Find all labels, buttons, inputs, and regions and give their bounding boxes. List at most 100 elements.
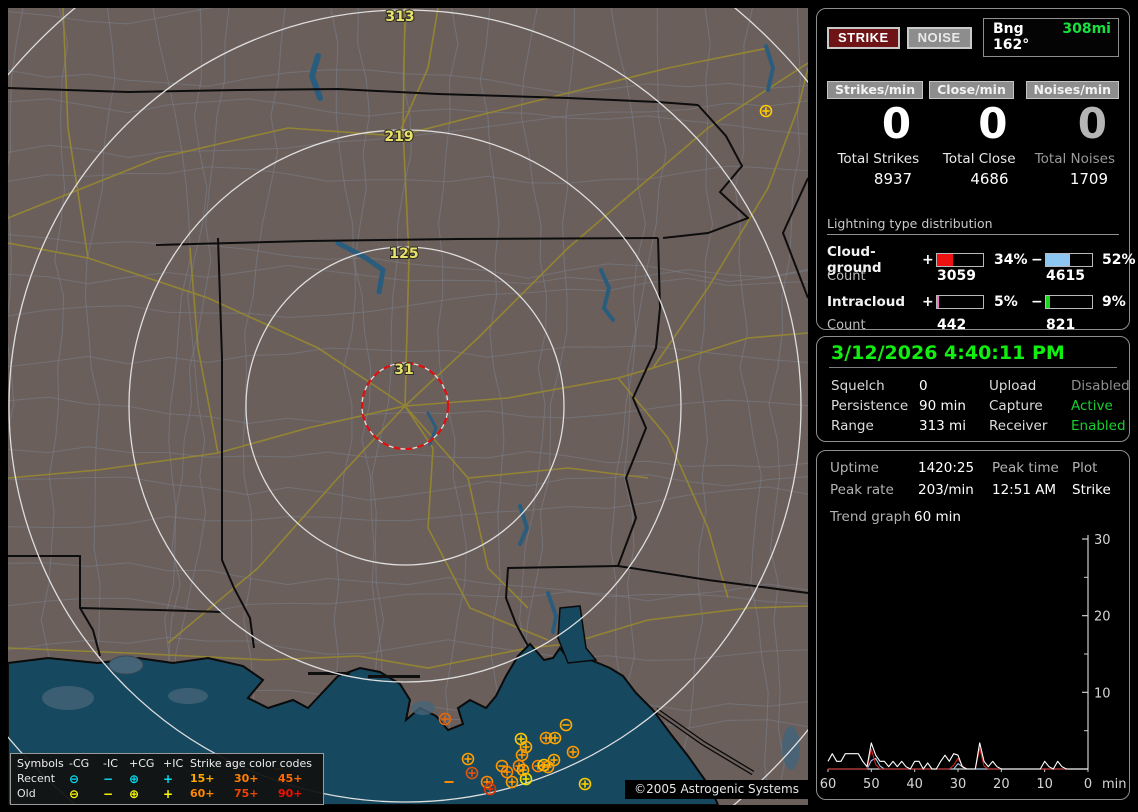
age-75: 75+ bbox=[234, 786, 259, 800]
upload-value: Disabled bbox=[1071, 378, 1130, 394]
svg-text:60: 60 bbox=[820, 777, 837, 792]
svg-text:50: 50 bbox=[863, 777, 880, 792]
cloud-ground-row: Cloud-ground + 34% − 52% bbox=[827, 244, 1136, 276]
strikes-rate: 0 bbox=[881, 99, 912, 148]
sidebar: STRIKE NOISE Bng 162° 308mi Strikes/min … bbox=[816, 8, 1136, 800]
old-ncg-icon: ⊖ bbox=[69, 786, 80, 801]
bearing-value: Bng 162° bbox=[993, 21, 1030, 53]
peak-time-label: Peak time bbox=[992, 460, 1059, 476]
ic-negative-bar bbox=[1045, 294, 1093, 309]
svg-text:30: 30 bbox=[950, 777, 967, 792]
noises-rate: 0 bbox=[1077, 99, 1107, 148]
svg-text:31: 31 bbox=[394, 362, 413, 378]
ic-negative-count: 821 bbox=[1046, 317, 1076, 333]
recent-nic-icon: − bbox=[103, 771, 114, 786]
map-canvas: 31 125 219 313 bbox=[8, 8, 808, 805]
trend-graph-row: Trend graph 60 min bbox=[826, 508, 1121, 526]
map-legend: Symbols -CG -IC +CG +IC Strike age color… bbox=[10, 753, 324, 805]
uptime-value: 1420:25 bbox=[918, 460, 975, 476]
svg-text:125: 125 bbox=[389, 246, 418, 262]
status-panel: 3/12/2026 4:40:11 PM Squelch 0 Upload Di… bbox=[816, 336, 1130, 442]
svg-text:40: 40 bbox=[906, 777, 923, 792]
svg-text:10: 10 bbox=[1036, 777, 1053, 792]
nexstorm-app: 31 125 219 313 Symbols -CG -IC +CG +IC Stri… bbox=[0, 0, 1138, 812]
range-label: Range bbox=[831, 418, 874, 434]
minus-sign: − bbox=[1031, 252, 1043, 268]
legend-old-label: Old bbox=[17, 786, 36, 800]
capture-label: Capture bbox=[989, 398, 1043, 414]
svg-text:313: 313 bbox=[385, 9, 414, 25]
ic-negative-pct: 9% bbox=[1102, 293, 1126, 310]
svg-text:20: 20 bbox=[993, 777, 1010, 792]
ic-positive-bar bbox=[936, 294, 984, 309]
count-label: Count bbox=[827, 317, 866, 333]
noises-counter: Noises/min 0 Total Noises 1709 bbox=[1025, 79, 1119, 188]
legend-col-nic: -IC bbox=[103, 756, 118, 770]
strikes-counter: Strikes/min 0 Total Strikes 8937 bbox=[827, 79, 924, 188]
bearing-distance: 308mi bbox=[1062, 21, 1111, 37]
noise-mode-button[interactable]: NOISE bbox=[906, 26, 972, 49]
trend-panel: Uptime 1420:25 Peak time Plot Peak rate … bbox=[816, 450, 1130, 800]
count-label: Count bbox=[827, 268, 866, 284]
recent-ncg-icon: ⊖ bbox=[69, 771, 80, 786]
receiver-label: Receiver bbox=[989, 418, 1048, 434]
svg-text:219: 219 bbox=[384, 129, 413, 145]
noises-per-min-button[interactable]: Noises/min bbox=[1025, 81, 1119, 99]
age-15: 15+ bbox=[190, 771, 215, 785]
squelch-label: Squelch bbox=[831, 378, 885, 394]
minus-sign: − bbox=[1031, 293, 1043, 310]
cg-positive-bar bbox=[936, 253, 984, 267]
svg-text:10: 10 bbox=[1094, 686, 1111, 701]
peak-time-value: 12:51 AM bbox=[992, 482, 1057, 498]
close-per-min-button[interactable]: Close/min bbox=[929, 81, 1014, 99]
squelch-value: 0 bbox=[919, 378, 928, 394]
plus-sign: + bbox=[922, 252, 934, 268]
persistence-label: Persistence bbox=[831, 398, 909, 414]
lightning-map[interactable]: 31 125 219 313 Symbols -CG -IC +CG +IC Stri… bbox=[8, 8, 808, 805]
peak-rate-value: 203/min bbox=[918, 482, 974, 498]
old-pic-icon: + bbox=[163, 786, 174, 801]
svg-text:20: 20 bbox=[1094, 610, 1111, 625]
svg-text:0: 0 bbox=[1084, 777, 1092, 792]
trend-window-value: 60 min bbox=[914, 509, 961, 525]
svg-text:min: min bbox=[1102, 777, 1127, 792]
bearing-readout: Bng 162° 308mi bbox=[983, 18, 1119, 57]
counters-panel: STRIKE NOISE Bng 162° 308mi Strikes/min … bbox=[816, 8, 1136, 333]
ic-positive-pct: 5% bbox=[994, 293, 1018, 310]
legend-col-pic: +IC bbox=[163, 756, 184, 770]
ic-positive-count: 442 bbox=[937, 317, 967, 333]
legend-age-header: Strike age color codes bbox=[190, 756, 312, 770]
range-value: 313 mi bbox=[919, 418, 966, 434]
cg-negative-count: 4615 bbox=[1046, 268, 1085, 284]
intracloud-counts: Count 442 821 bbox=[827, 317, 1119, 333]
trend-graph-label: Trend graph bbox=[830, 509, 911, 525]
strikes-per-min-button[interactable]: Strikes/min bbox=[827, 81, 924, 99]
legend-symbols-header: Symbols bbox=[17, 756, 64, 770]
status-grid: Squelch 0 Upload Disabled Persistence 90… bbox=[829, 376, 1130, 436]
age-45: 45+ bbox=[278, 771, 303, 785]
capture-value: Active bbox=[1071, 398, 1113, 414]
old-nic-icon: − bbox=[103, 786, 114, 801]
session-grid: Uptime 1420:25 Peak time Plot Peak rate … bbox=[826, 457, 1121, 501]
peak-rate-label: Peak rate bbox=[830, 482, 894, 498]
legend-col-ncg: -CG bbox=[69, 756, 90, 770]
total-close-value: 4686 bbox=[970, 170, 1009, 188]
cg-negative-pct: 52% bbox=[1102, 252, 1136, 268]
cg-positive-count: 3059 bbox=[937, 268, 976, 284]
uptime-label: Uptime bbox=[830, 460, 879, 476]
persistence-value: 90 min bbox=[919, 398, 966, 414]
total-close-label: Total Close bbox=[942, 151, 1016, 167]
cg-positive-pct: 34% bbox=[994, 252, 1028, 268]
old-pcg-icon: ⊕ bbox=[129, 786, 140, 801]
plot-label: Plot bbox=[1072, 460, 1098, 476]
recent-pcg-icon: ⊕ bbox=[129, 771, 140, 786]
cloud-ground-counts: Count 3059 4615 bbox=[827, 268, 1119, 284]
total-noises-value: 1709 bbox=[1069, 170, 1108, 188]
legend-recent-label: Recent bbox=[17, 771, 56, 785]
trend-graph: 10 20 30 60 50 40 30 20 10 0 min bbox=[820, 533, 1127, 792]
strike-mode-button[interactable]: STRIKE bbox=[827, 26, 900, 49]
intracloud-row: Intracloud + 5% − 9% bbox=[827, 293, 1126, 310]
plus-sign: + bbox=[922, 293, 934, 310]
svg-text:30: 30 bbox=[1094, 533, 1111, 548]
cg-negative-bar bbox=[1045, 253, 1093, 267]
